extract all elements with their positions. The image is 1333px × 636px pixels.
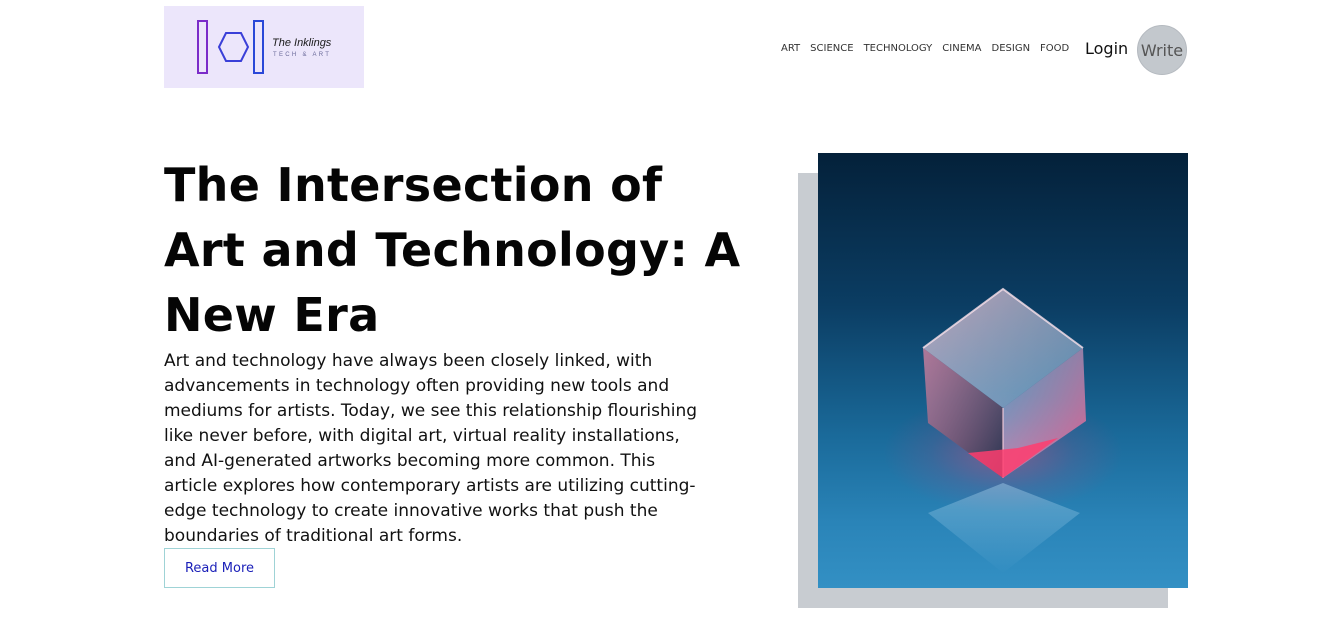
read-more-label: Read More xyxy=(184,560,255,576)
write-button[interactable]: Write xyxy=(1137,25,1187,75)
glass-cube-icon xyxy=(883,287,1123,573)
nav-item-technology[interactable]: TECHNOLOGY xyxy=(864,43,933,54)
write-button-label: Write xyxy=(1140,40,1184,60)
nav-item-food[interactable]: FOOD xyxy=(1040,43,1069,54)
article-image[interactable] xyxy=(818,153,1188,588)
article-excerpt: Art and technology have always been clos… xyxy=(164,351,698,546)
brand-tagline: TECH & ART xyxy=(273,52,332,58)
nav-item-art[interactable]: ART xyxy=(781,43,800,54)
page: The Inklings TECH & ART ART SCIENCE TECH… xyxy=(0,0,1333,636)
read-more-button[interactable]: Read More xyxy=(164,548,275,588)
login-link[interactable]: Login xyxy=(1085,39,1128,58)
nav-item-science[interactable]: SCIENCE xyxy=(810,43,853,54)
nav-item-design[interactable]: DESIGN xyxy=(992,43,1031,54)
brand-name: The Inklings xyxy=(272,37,332,49)
article-title[interactable]: The Intersection of Art and Technology: … xyxy=(164,153,744,348)
site-logo[interactable]: The Inklings TECH & ART xyxy=(164,6,364,88)
logo-icon xyxy=(197,20,264,74)
category-nav: ART SCIENCE TECHNOLOGY CINEMA DESIGN FOO… xyxy=(781,43,1069,54)
nav-item-cinema[interactable]: CINEMA xyxy=(942,43,981,54)
